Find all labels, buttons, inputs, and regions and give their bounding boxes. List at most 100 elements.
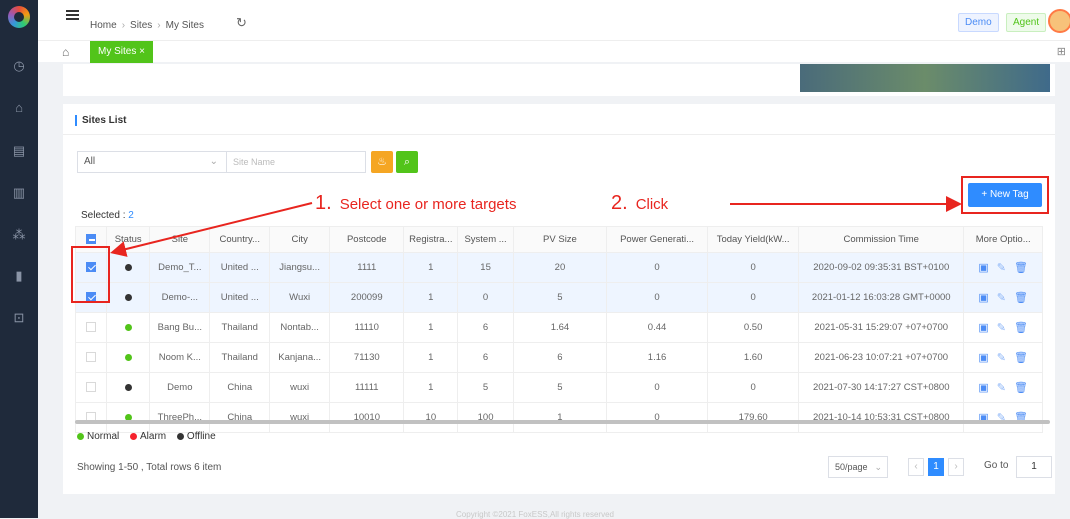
card-title: Sites List xyxy=(75,115,126,126)
column-header[interactable]: System ... xyxy=(457,226,514,253)
column-header[interactable]: Today Yield(kW... xyxy=(707,226,800,253)
agent-badge[interactable]: Agent xyxy=(1006,13,1047,32)
site-cell[interactable]: Demo-... xyxy=(149,282,211,313)
home-icon[interactable]: ⌂ xyxy=(11,100,27,116)
detail-icon[interactable]: ▣ xyxy=(978,291,988,304)
divider xyxy=(63,134,1055,135)
column-header[interactable]: Registra... xyxy=(403,226,459,253)
refresh-icon[interactable]: ↻ xyxy=(236,15,247,31)
search-icon: ⌕ xyxy=(403,156,411,168)
site-name-input[interactable]: Site Name xyxy=(226,151,366,173)
detail-icon[interactable]: ▣ xyxy=(978,381,988,394)
detail-icon[interactable]: ▣ xyxy=(978,351,988,364)
avatar[interactable] xyxy=(1048,9,1070,33)
delete-icon[interactable]: 🗑 xyxy=(1014,261,1028,274)
site-cell[interactable]: Demo_T... xyxy=(149,252,211,283)
new-tag-button[interactable]: + New Tag xyxy=(968,183,1042,207)
edit-icon[interactable]: ✎ xyxy=(997,261,1006,274)
delete-icon[interactable]: 🗑 xyxy=(1014,321,1028,334)
delete-icon[interactable]: 🗑 xyxy=(1014,291,1028,304)
edit-icon[interactable]: ✎ xyxy=(997,381,1006,394)
column-header[interactable]: Country... xyxy=(209,226,271,253)
delete-icon[interactable]: 🗑 xyxy=(1014,381,1028,394)
status-cell xyxy=(105,252,151,283)
selected-count: Selected : 2 xyxy=(81,210,134,221)
pv-size-cell: 20 xyxy=(512,252,607,283)
table-row[interactable]: Noom K... Thailand Kanjana... 71130 1 6 6 1.16 1… xyxy=(75,342,1043,373)
annotation-step2-number: 2. xyxy=(611,192,628,214)
total-rows-text: Showing 1-50 , Total rows 6 item xyxy=(77,462,222,473)
edit-icon[interactable]: ✎ xyxy=(997,351,1006,364)
column-header[interactable]: Site xyxy=(149,226,211,253)
detail-icon[interactable]: ▣ xyxy=(978,261,988,274)
site-cell[interactable]: Noom K... xyxy=(149,342,211,373)
breadcrumb: Home › Sites › My Sites xyxy=(90,20,204,31)
table-row[interactable]: Bang Bu... Thailand Nontab... 11110 1 6 1.64 0.… xyxy=(75,312,1043,343)
table-row[interactable]: Demo-... United ... Wuxi 200099 1 0 5 0 0 2021-01… xyxy=(75,282,1043,313)
breadcrumb-sites[interactable]: Sites xyxy=(130,20,152,31)
commission-time-cell: 2021-10-14 10:53:31 CST+0800 xyxy=(798,402,965,433)
breadcrumb-my-sites: My Sites xyxy=(165,20,204,31)
menu-toggle-icon[interactable] xyxy=(66,10,79,21)
row-checkbox[interactable] xyxy=(85,322,96,333)
power-generation-cell: 0 xyxy=(605,402,709,433)
delete-icon[interactable]: 🗑 xyxy=(1014,351,1028,364)
select-all-checkbox[interactable] xyxy=(85,234,96,245)
column-header[interactable]: Commission Time xyxy=(798,226,965,253)
column-header[interactable]: Postcode xyxy=(329,226,405,253)
topbar: Home › Sites › My Sites ↻ Demo Agent xyxy=(38,0,1070,40)
table-row[interactable]: Demo_T... United ... Jiangsu... 1111 1 15 20 0 0… xyxy=(75,252,1043,283)
table-row[interactable]: Demo China wuxi 11111 1 5 5 0 0 2021-07-30 14:17:… xyxy=(75,372,1043,403)
edit-icon[interactable]: ✎ xyxy=(997,321,1006,334)
edit-icon[interactable]: ✎ xyxy=(997,291,1006,304)
document-icon[interactable]: ▥ xyxy=(11,185,27,201)
row-checkbox[interactable] xyxy=(85,382,96,393)
page-size-select[interactable]: 50/page ⌄ xyxy=(828,456,888,478)
commission-time-cell: 2021-05-31 15:29:07 +07+0700 xyxy=(798,312,965,343)
country-cell: Thailand xyxy=(209,312,271,343)
grid-icon[interactable]: ⊞ xyxy=(1057,45,1066,58)
row-checkbox[interactable] xyxy=(85,352,96,363)
logo-icon[interactable] xyxy=(8,6,30,28)
registration-cell: 10 xyxy=(403,402,459,433)
horizontal-scrollbar[interactable] xyxy=(75,420,1050,424)
demo-badge[interactable]: Demo xyxy=(958,13,999,32)
column-header[interactable]: City xyxy=(269,226,331,253)
column-header[interactable]: Status xyxy=(105,226,151,253)
site-cell[interactable]: Bang Bu... xyxy=(149,312,211,343)
chart-icon[interactable]: ▮ xyxy=(11,268,27,284)
search-button[interactable]: ⌕ xyxy=(396,151,418,173)
column-header[interactable]: PV Size xyxy=(512,226,607,253)
system-cell: 5 xyxy=(457,372,514,403)
tab-my-sites[interactable]: My Sites × xyxy=(90,41,153,63)
commission-time-cell: 2020-09-02 09:35:31 BST+0100 xyxy=(798,252,965,283)
legend-alarm: Alarm xyxy=(130,431,166,442)
page-1-button[interactable]: 1 xyxy=(928,458,944,476)
clear-button[interactable]: ♨ xyxy=(371,151,393,173)
registration-cell: 1 xyxy=(403,282,459,313)
status-cell xyxy=(105,282,151,313)
column-header[interactable]: More Optio... xyxy=(963,226,1043,253)
breadcrumb-home[interactable]: Home xyxy=(90,20,117,31)
prev-page-button[interactable]: ‹ xyxy=(908,458,924,476)
column-header[interactable]: Power Generati... xyxy=(605,226,709,253)
postcode-cell: 200099 xyxy=(329,282,405,313)
detail-icon[interactable]: ▣ xyxy=(978,321,988,334)
lock-icon[interactable]: ⊡ xyxy=(11,310,27,326)
city-cell: Kanjana... xyxy=(269,342,331,373)
postcode-cell: 71130 xyxy=(329,342,405,373)
site-cell[interactable]: Demo xyxy=(149,372,211,403)
today-yield-cell: 0.50 xyxy=(707,312,800,343)
site-cell[interactable]: ThreePh... xyxy=(149,402,211,433)
goto-input[interactable]: 1 xyxy=(1016,456,1052,478)
power-generation-cell: 0 xyxy=(605,252,709,283)
table-row[interactable]: ThreePh... China wuxi 10010 10 100 1 0 179.60 202… xyxy=(75,402,1043,433)
registration-cell: 1 xyxy=(403,372,459,403)
home-tab-icon[interactable]: ⌂ xyxy=(62,45,69,59)
list-icon[interactable]: ▤ xyxy=(11,143,27,159)
next-page-button[interactable]: › xyxy=(948,458,964,476)
clock-icon[interactable]: ◷ xyxy=(11,58,27,74)
more-options-cell: ▣ ✎ 🗑 xyxy=(963,342,1043,373)
network-icon[interactable]: ⁂ xyxy=(11,227,27,243)
status-filter-select[interactable]: All ⌄ xyxy=(77,151,227,173)
